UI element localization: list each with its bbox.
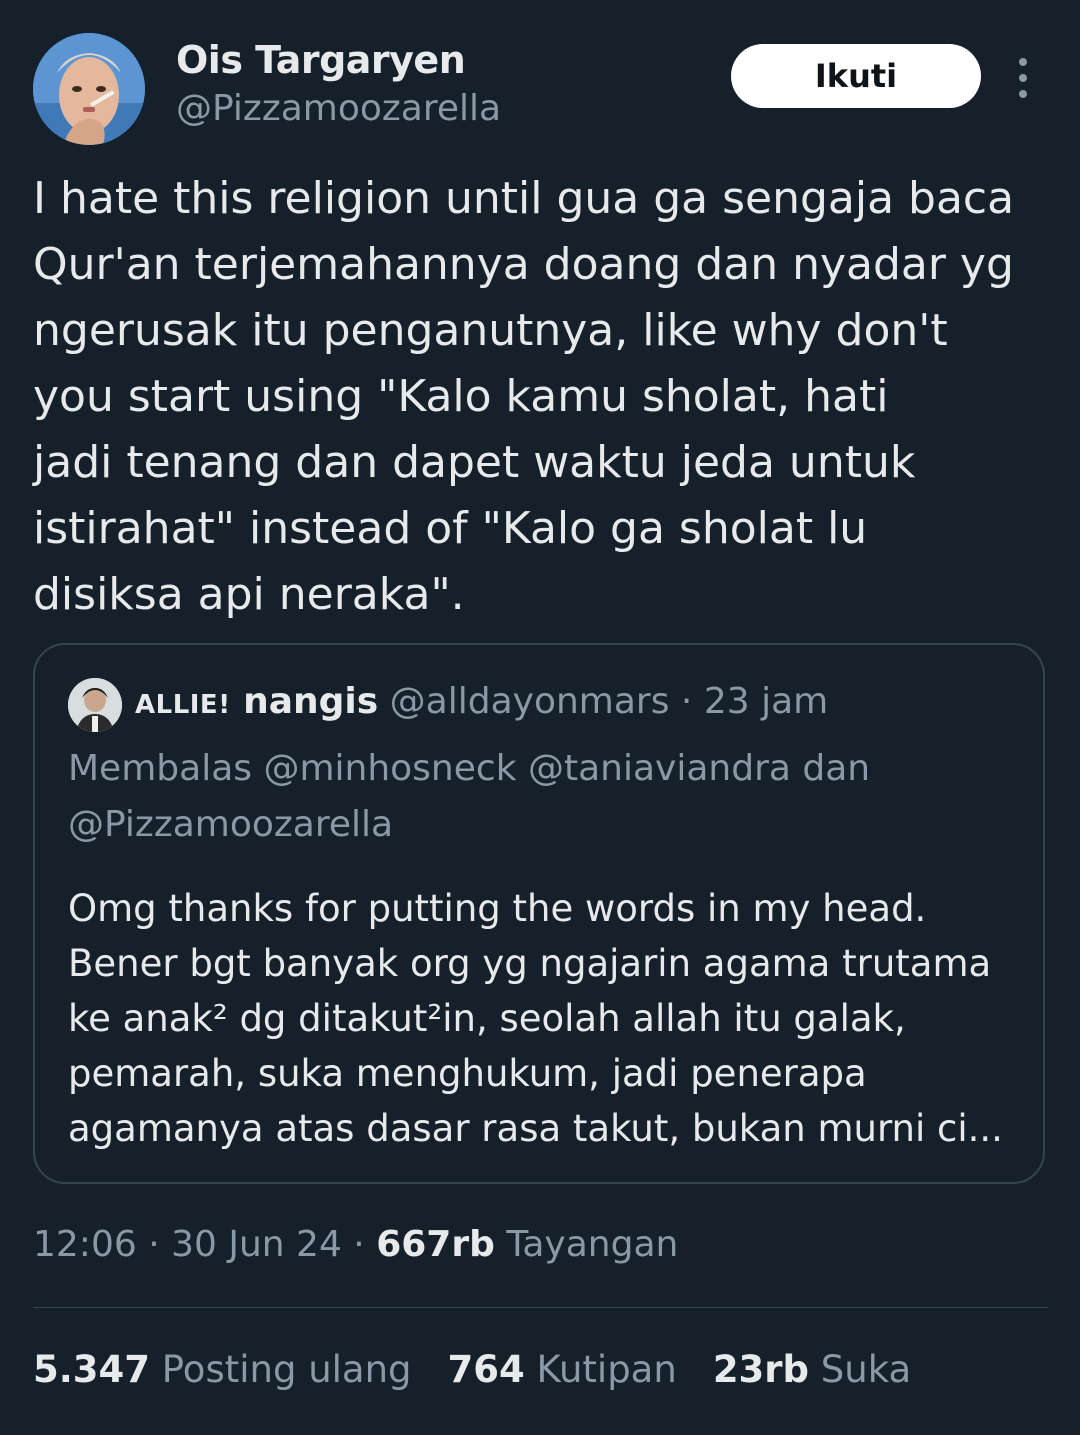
quoted-text-line: agamanya atas dasar rasa takut, bukan mu… [68,1107,1003,1150]
quoted-reply-line: @Pizzamoozarella [68,804,394,845]
quoted-text-line: Bener bgt banyak org yg ngajarin agama t… [68,942,992,985]
quotes-stat[interactable]: 764 Kutipan [448,1348,677,1391]
reposts-stat[interactable]: 5.347 Posting ulang [33,1348,412,1391]
quoted-reply-to: Membalas @minhosneck @taniaviandra dan @… [68,741,1028,853]
quoted-reply-line: Membalas @minhosneck @taniaviandra dan [68,748,871,789]
author-avatar[interactable] [33,33,145,145]
engagement-stats: 5.347 Posting ulang 764 Kutipan 23rb Suk… [33,1348,911,1391]
more-vertical-icon[interactable] [1008,58,1038,98]
tweet-time[interactable]: 12:06 [33,1224,137,1265]
tweet-text-line: Qur'an terjemahannya doang dan nyadar yg [33,239,1014,290]
author-handle[interactable]: @Pizzamoozarella [176,88,501,129]
quoted-author-name-prefix: ALLIE! [135,690,231,720]
author-display-name[interactable]: Ois Targaryen [176,38,466,82]
reposts-label: Posting ulang [150,1348,412,1391]
tweet-text-line: jadi tenang dan dapet waktu jeda untuk [33,437,916,488]
reposts-count: 5.347 [33,1348,151,1391]
quoted-author-handle: @alldayonmars [389,681,670,722]
views-count: 667rb [376,1224,495,1265]
quoted-separator: · [669,681,704,722]
quoted-tweet-text: Omg thanks for putting the words in my h… [68,881,1028,1156]
quoted-author-name-rest: nangis [243,681,379,722]
likes-count: 23rb [712,1348,810,1391]
quoted-author-name: ALLIE! nangis [135,681,378,722]
quotes-count: 764 [447,1348,525,1391]
quoted-text-line: ke anak² dg ditakut²in, seolah allah itu… [68,997,906,1040]
tweet-text-line: you start using "Kalo kamu sholat, hati [33,371,889,422]
meta-separator: · [341,1224,377,1265]
tweet-date[interactable]: 30 Jun 24 [171,1224,342,1265]
views-label: Tayangan [494,1224,679,1265]
quoted-text-line: Omg thanks for putting the words in my h… [68,887,927,930]
tweet-meta: 12:06 · 30 Jun 24 · 667rb Tayangan [33,1224,678,1265]
tweet-text: I hate this religion until gua ga sengaj… [33,166,1043,628]
tweet-text-line: I hate this religion until gua ga sengaj… [33,173,1015,224]
tweet-text-line: ngerusak itu penganutnya, like why don't [33,305,948,356]
quoted-time: 23 jam [703,681,829,722]
meta-separator: · [136,1224,172,1265]
tweet-text-line: disiksa api neraka". [33,569,465,620]
likes-label: Suka [809,1348,912,1391]
tweet-text-line: istirahat" instead of "Kalo ga sholat lu [33,503,868,554]
quotes-label: Kutipan [524,1348,677,1391]
quoted-text-line: pemarah, suka menghukum, jadi penerapa [68,1052,867,1095]
divider [33,1307,1048,1308]
quoted-tweet-header: ALLIE! nangis @alldayonmars · 23 jam [135,681,828,722]
likes-stat[interactable]: 23rb Suka [713,1348,911,1391]
follow-button[interactable]: Ikuti [731,44,981,108]
quoted-author-avatar [68,678,122,732]
tweet-detail: Ois Targaryen @Pizzamoozarella Ikuti I h… [0,0,1080,1435]
quoted-tweet-card[interactable]: ALLIE! nangis @alldayonmars · 23 jam Mem… [33,643,1045,1184]
